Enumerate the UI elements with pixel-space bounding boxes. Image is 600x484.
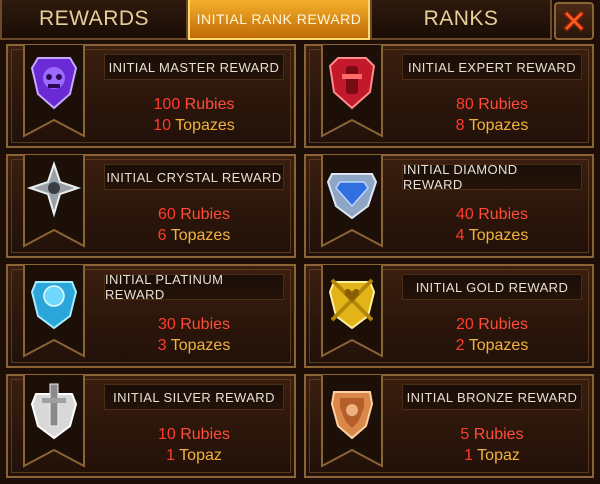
reward-amounts: 30 Rubies 3 Topazes bbox=[104, 314, 284, 356]
rubies-line: 100 Rubies bbox=[153, 96, 235, 113]
card-title: INITIAL SILVER REWARD bbox=[104, 384, 284, 410]
reward-amounts: 5 Rubies 1 Topaz bbox=[402, 424, 582, 466]
tab-bar: REWARDS INITIAL RANK REWARD RANKS bbox=[0, 0, 600, 44]
topaz-line: 1 Topaz bbox=[464, 447, 520, 464]
topaz-line: 4 Topazes bbox=[455, 227, 529, 244]
rubies-line: 40 Rubies bbox=[455, 206, 529, 223]
silver-emblem-icon bbox=[20, 374, 88, 470]
rubies-line: 60 Rubies bbox=[157, 206, 231, 223]
topaz-line: 1 Topaz bbox=[166, 447, 222, 464]
tab-initial-rank-reward[interactable]: INITIAL RANK REWARD bbox=[188, 0, 370, 40]
reward-card-diamond: INITIAL DIAMOND REWARD 40 Rubies 4 Topaz… bbox=[304, 154, 594, 258]
tab-rewards[interactable]: REWARDS bbox=[0, 0, 188, 40]
card-title: INITIAL BRONZE REWARD bbox=[402, 384, 582, 410]
expert-emblem-icon bbox=[318, 44, 386, 140]
rubies-line: 10 Rubies bbox=[157, 426, 231, 443]
close-icon bbox=[562, 9, 586, 33]
platinum-emblem-icon bbox=[20, 264, 88, 360]
card-title: INITIAL MASTER REWARD bbox=[104, 54, 284, 80]
reward-amounts: 10 Rubies 1 Topaz bbox=[104, 424, 284, 466]
bronze-emblem-icon bbox=[318, 374, 386, 470]
tab-ranks[interactable]: RANKS bbox=[370, 0, 552, 40]
reward-amounts: 80 Rubies 8 Topazes bbox=[402, 94, 582, 136]
reward-amounts: 60 Rubies 6 Topazes bbox=[104, 204, 284, 246]
crystal-emblem-icon bbox=[20, 154, 88, 250]
rubies-line: 30 Rubies bbox=[157, 316, 231, 333]
topaz-line: 10 Topazes bbox=[153, 117, 235, 134]
rubies-line: 80 Rubies bbox=[455, 96, 529, 113]
card-title: INITIAL DIAMOND REWARD bbox=[402, 162, 582, 192]
reward-card-platinum: INITIAL PLATINUM REWARD 30 Rubies 3 Topa… bbox=[6, 264, 296, 368]
card-title: INITIAL CRYSTAL REWARD bbox=[104, 164, 284, 190]
reward-amounts: 40 Rubies 4 Topazes bbox=[402, 204, 582, 246]
card-title: INITIAL EXPERT REWARD bbox=[402, 54, 582, 80]
topaz-line: 3 Topazes bbox=[157, 337, 231, 354]
topaz-line: 6 Topazes bbox=[157, 227, 231, 244]
card-title: INITIAL GOLD REWARD bbox=[402, 274, 582, 300]
reward-card-crystal: INITIAL CRYSTAL REWARD 60 Rubies 6 Topaz… bbox=[6, 154, 296, 258]
reward-card-bronze: INITIAL BRONZE REWARD 5 Rubies 1 Topaz bbox=[304, 374, 594, 478]
close-button[interactable] bbox=[554, 2, 594, 40]
rank-reward-grid: INITIAL MASTER REWARD 100 Rubies 10 Topa… bbox=[6, 44, 594, 484]
reward-card-master: INITIAL MASTER REWARD 100 Rubies 10 Topa… bbox=[6, 44, 296, 148]
gold-emblem-icon bbox=[318, 264, 386, 360]
rubies-line: 5 Rubies bbox=[460, 426, 524, 443]
reward-amounts: 100 Rubies 10 Topazes bbox=[104, 94, 284, 136]
diamond-emblem-icon bbox=[318, 154, 386, 250]
reward-amounts: 20 Rubies 2 Topazes bbox=[402, 314, 582, 356]
master-emblem-icon bbox=[20, 44, 88, 140]
topaz-line: 8 Topazes bbox=[455, 117, 529, 134]
rubies-line: 20 Rubies bbox=[455, 316, 529, 333]
topaz-line: 2 Topazes bbox=[455, 337, 529, 354]
reward-card-gold: INITIAL GOLD REWARD 20 Rubies 2 Topazes bbox=[304, 264, 594, 368]
card-title: INITIAL PLATINUM REWARD bbox=[104, 272, 284, 302]
reward-card-expert: INITIAL EXPERT REWARD 80 Rubies 8 Topaze… bbox=[304, 44, 594, 148]
reward-card-silver: INITIAL SILVER REWARD 10 Rubies 1 Topaz bbox=[6, 374, 296, 478]
